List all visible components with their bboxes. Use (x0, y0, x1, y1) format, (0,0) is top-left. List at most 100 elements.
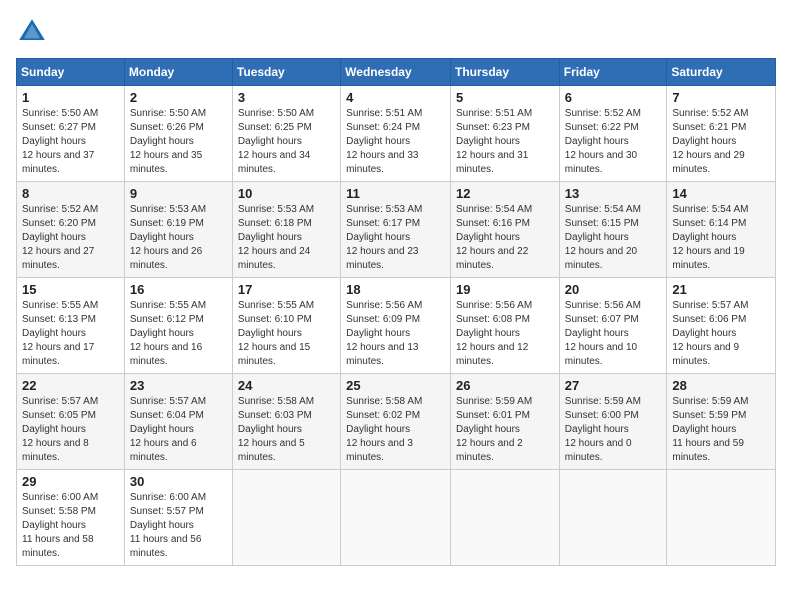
day-number: 24 (238, 378, 335, 393)
calendar-week-4: 22Sunrise: 5:57 AMSunset: 6:05 PMDayligh… (17, 374, 776, 470)
day-info: Sunrise: 5:56 AMSunset: 6:08 PMDaylight … (456, 299, 554, 369)
calendar-cell: 5 Sunrise: 5:51 AMSunset: 6:23 PMDaylight… (451, 86, 560, 182)
day-info: Sunrise: 5:51 AMSunset: 6:24 PMDaylight … (346, 107, 445, 177)
day-info: Sunrise: 5:56 AMSunset: 6:07 PMDaylight … (565, 299, 662, 369)
calendar-cell: 6 Sunrise: 5:52 AMSunset: 6:22 PMDaylight… (559, 86, 667, 182)
day-number: 5 (456, 90, 554, 105)
calendar-cell: 28 Sunrise: 5:59 AMSunset: 5:59 PMDayligh… (667, 374, 776, 470)
calendar-cell: 7Sunrise: 5:52 AMSunset: 6:21 PMDaylight… (667, 86, 776, 182)
calendar-cell: 18Sunrise: 5:56 AMSunset: 6:09 PMDayligh… (341, 278, 451, 374)
day-number: 2 (130, 90, 227, 105)
day-info: Sunrise: 5:53 AMSunset: 6:17 PMDaylight … (346, 203, 445, 273)
day-info: Sunrise: 5:55 AMSunset: 6:12 PMDaylight … (130, 299, 227, 369)
day-number: 28 (672, 378, 770, 393)
day-header-monday: Monday (124, 59, 232, 86)
day-info: Sunrise: 5:59 AMSunset: 5:59 PMDaylight … (672, 395, 770, 465)
day-info: Sunrise: 5:51 AMSunset: 6:23 PMDaylight … (456, 107, 554, 177)
day-number: 13 (565, 186, 662, 201)
calendar-cell: 17 Sunrise: 5:55 AMSunset: 6:10 PMDayligh… (232, 278, 340, 374)
day-number: 20 (565, 282, 662, 297)
calendar-cell: 26 Sunrise: 5:59 AMSunset: 6:01 PMDayligh… (451, 374, 560, 470)
page-header (16, 16, 776, 48)
calendar-table: SundayMondayTuesdayWednesdayThursdayFrid… (16, 58, 776, 566)
day-header-sunday: Sunday (17, 59, 125, 86)
day-info: Sunrise: 5:55 AMSunset: 6:10 PMDaylight … (238, 299, 335, 369)
day-info: Sunrise: 5:57 AMSunset: 6:06 PMDaylight … (672, 299, 770, 369)
calendar-cell: 24Sunrise: 5:58 AMSunset: 6:03 PMDayligh… (232, 374, 340, 470)
day-info: Sunrise: 5:54 AMSunset: 6:14 PMDaylight … (672, 203, 770, 273)
day-info: Sunrise: 5:53 AMSunset: 6:18 PMDaylight … (238, 203, 335, 273)
day-number: 7 (672, 90, 770, 105)
calendar-cell: 27Sunrise: 5:59 AMSunset: 6:00 PMDayligh… (559, 374, 667, 470)
calendar-cell: 29 Sunrise: 6:00 AMSunset: 5:58 PMDayligh… (17, 470, 125, 566)
calendar-cell: 13 Sunrise: 5:54 AMSunset: 6:15 PMDayligh… (559, 182, 667, 278)
day-header-wednesday: Wednesday (341, 59, 451, 86)
day-number: 8 (22, 186, 119, 201)
calendar-cell: 11 Sunrise: 5:53 AMSunset: 6:17 PMDayligh… (341, 182, 451, 278)
day-number: 22 (22, 378, 119, 393)
calendar-header-row: SundayMondayTuesdayWednesdayThursdayFrid… (17, 59, 776, 86)
calendar-cell: 21 Sunrise: 5:57 AMSunset: 6:06 PMDayligh… (667, 278, 776, 374)
calendar-cell (451, 470, 560, 566)
calendar-week-3: 15 Sunrise: 5:55 AMSunset: 6:13 PMDayligh… (17, 278, 776, 374)
day-number: 11 (346, 186, 445, 201)
day-info: Sunrise: 5:57 AMSunset: 6:04 PMDaylight … (130, 395, 227, 465)
calendar-cell: 9 Sunrise: 5:53 AMSunset: 6:19 PMDaylight… (124, 182, 232, 278)
day-info: Sunrise: 5:56 AMSunset: 6:09 PMDaylight … (346, 299, 445, 369)
day-number: 6 (565, 90, 662, 105)
calendar-cell: 15 Sunrise: 5:55 AMSunset: 6:13 PMDayligh… (17, 278, 125, 374)
day-header-thursday: Thursday (451, 59, 560, 86)
calendar-cell: 12 Sunrise: 5:54 AMSunset: 6:16 PMDayligh… (451, 182, 560, 278)
day-header-tuesday: Tuesday (232, 59, 340, 86)
day-number: 10 (238, 186, 335, 201)
day-info: Sunrise: 5:50 AMSunset: 6:27 PMDaylight … (22, 107, 119, 177)
calendar-week-2: 8Sunrise: 5:52 AMSunset: 6:20 PMDaylight… (17, 182, 776, 278)
day-number: 14 (672, 186, 770, 201)
day-header-friday: Friday (559, 59, 667, 86)
day-info: Sunrise: 5:59 AMSunset: 6:01 PMDaylight … (456, 395, 554, 465)
day-number: 26 (456, 378, 554, 393)
day-info: Sunrise: 5:50 AMSunset: 6:25 PMDaylight … (238, 107, 335, 177)
calendar-cell (559, 470, 667, 566)
day-info: Sunrise: 5:59 AMSunset: 6:00 PMDaylight … (565, 395, 662, 465)
day-number: 1 (22, 90, 119, 105)
calendar-cell: 16Sunrise: 5:55 AMSunset: 6:12 PMDayligh… (124, 278, 232, 374)
calendar-cell: 20 Sunrise: 5:56 AMSunset: 6:07 PMDayligh… (559, 278, 667, 374)
calendar-cell (667, 470, 776, 566)
calendar-cell: 1 Sunrise: 5:50 AMSunset: 6:27 PMDaylight… (17, 86, 125, 182)
day-number: 9 (130, 186, 227, 201)
day-number: 23 (130, 378, 227, 393)
calendar-cell: 4 Sunrise: 5:51 AMSunset: 6:24 PMDaylight… (341, 86, 451, 182)
calendar-week-1: 1 Sunrise: 5:50 AMSunset: 6:27 PMDaylight… (17, 86, 776, 182)
day-number: 29 (22, 474, 119, 489)
day-info: Sunrise: 6:00 AMSunset: 5:58 PMDaylight … (22, 491, 119, 561)
day-info: Sunrise: 5:54 AMSunset: 6:16 PMDaylight … (456, 203, 554, 273)
calendar-cell: 23 Sunrise: 5:57 AMSunset: 6:04 PMDayligh… (124, 374, 232, 470)
day-number: 17 (238, 282, 335, 297)
calendar-cell: 22Sunrise: 5:57 AMSunset: 6:05 PMDayligh… (17, 374, 125, 470)
day-number: 19 (456, 282, 554, 297)
day-number: 4 (346, 90, 445, 105)
calendar-cell: 25Sunrise: 5:58 AMSunset: 6:02 PMDayligh… (341, 374, 451, 470)
calendar-cell (341, 470, 451, 566)
day-info: Sunrise: 5:52 AMSunset: 6:22 PMDaylight … (565, 107, 662, 177)
day-header-saturday: Saturday (667, 59, 776, 86)
day-info: Sunrise: 5:53 AMSunset: 6:19 PMDaylight … (130, 203, 227, 273)
day-number: 15 (22, 282, 119, 297)
calendar-cell: 19 Sunrise: 5:56 AMSunset: 6:08 PMDayligh… (451, 278, 560, 374)
calendar-cell: 10 Sunrise: 5:53 AMSunset: 6:18 PMDayligh… (232, 182, 340, 278)
calendar-cell: 8Sunrise: 5:52 AMSunset: 6:20 PMDaylight… (17, 182, 125, 278)
day-number: 30 (130, 474, 227, 489)
day-number: 21 (672, 282, 770, 297)
day-number: 25 (346, 378, 445, 393)
calendar-cell: 3 Sunrise: 5:50 AMSunset: 6:25 PMDaylight… (232, 86, 340, 182)
calendar-cell: 30 Sunrise: 6:00 AMSunset: 5:57 PMDayligh… (124, 470, 232, 566)
logo-icon (16, 16, 48, 48)
day-info: Sunrise: 6:00 AMSunset: 5:57 PMDaylight … (130, 491, 227, 561)
day-info: Sunrise: 5:54 AMSunset: 6:15 PMDaylight … (565, 203, 662, 273)
day-number: 3 (238, 90, 335, 105)
calendar-cell (232, 470, 340, 566)
calendar-cell: 2Sunrise: 5:50 AMSunset: 6:26 PMDaylight… (124, 86, 232, 182)
day-info: Sunrise: 5:55 AMSunset: 6:13 PMDaylight … (22, 299, 119, 369)
day-number: 12 (456, 186, 554, 201)
